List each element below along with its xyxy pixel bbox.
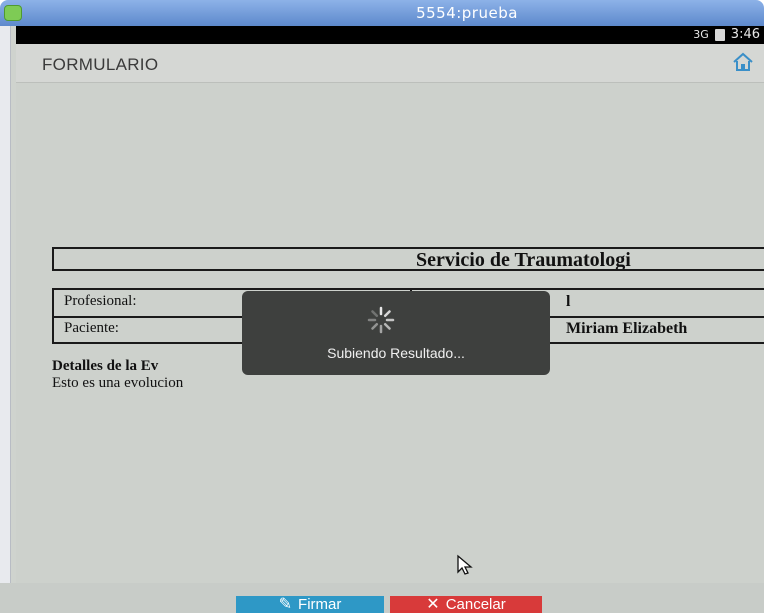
professional-label: Profesional: bbox=[64, 293, 137, 309]
page-title: FORMULARIO bbox=[42, 55, 159, 74]
details-text: Esto es una evolucion bbox=[52, 375, 184, 391]
sign-button-label: Firmar bbox=[298, 596, 342, 613]
patient-value: Miriam Elizabeth bbox=[566, 320, 688, 337]
loading-spinner-icon bbox=[367, 306, 395, 334]
cancel-button[interactable]: ✕ Cancelar bbox=[390, 596, 542, 613]
signal-icon: 3G bbox=[693, 28, 709, 41]
report-header-box: Servicio de Traumatologi bbox=[52, 247, 764, 271]
cancel-button-label: Cancelar bbox=[445, 596, 506, 613]
close-icon: ✕ bbox=[426, 596, 440, 613]
emulator-left-edge bbox=[0, 26, 11, 613]
details-heading: Detalles de la Ev bbox=[52, 358, 159, 374]
details-section: Detalles de la Ev Esto es una evolucion bbox=[52, 358, 183, 392]
emulator-window-title: 5554:prueba bbox=[416, 4, 518, 22]
mouse-cursor-icon bbox=[457, 554, 473, 575]
battery-icon bbox=[714, 28, 725, 41]
status-time: 3:46 bbox=[730, 27, 760, 42]
sign-button[interactable]: ✎ Firmar bbox=[236, 596, 384, 613]
progress-message: Subiendo Resultado... bbox=[327, 345, 465, 361]
edit-icon: ✎ bbox=[278, 596, 293, 613]
status-bar: 3G 3:46 bbox=[16, 26, 764, 44]
professional-value: l bbox=[566, 293, 571, 310]
home-icon[interactable] bbox=[732, 52, 754, 72]
patient-label: Paciente: bbox=[64, 320, 119, 336]
status-icons: 3G 3:46 bbox=[693, 27, 760, 42]
report-header: Servicio de Traumatologi bbox=[416, 249, 631, 271]
progress-dialog: Subiendo Resultado... bbox=[242, 291, 550, 375]
emulator-title-bar: 5554:prueba bbox=[0, 0, 764, 26]
action-bar: FORMULARIO bbox=[16, 44, 764, 83]
